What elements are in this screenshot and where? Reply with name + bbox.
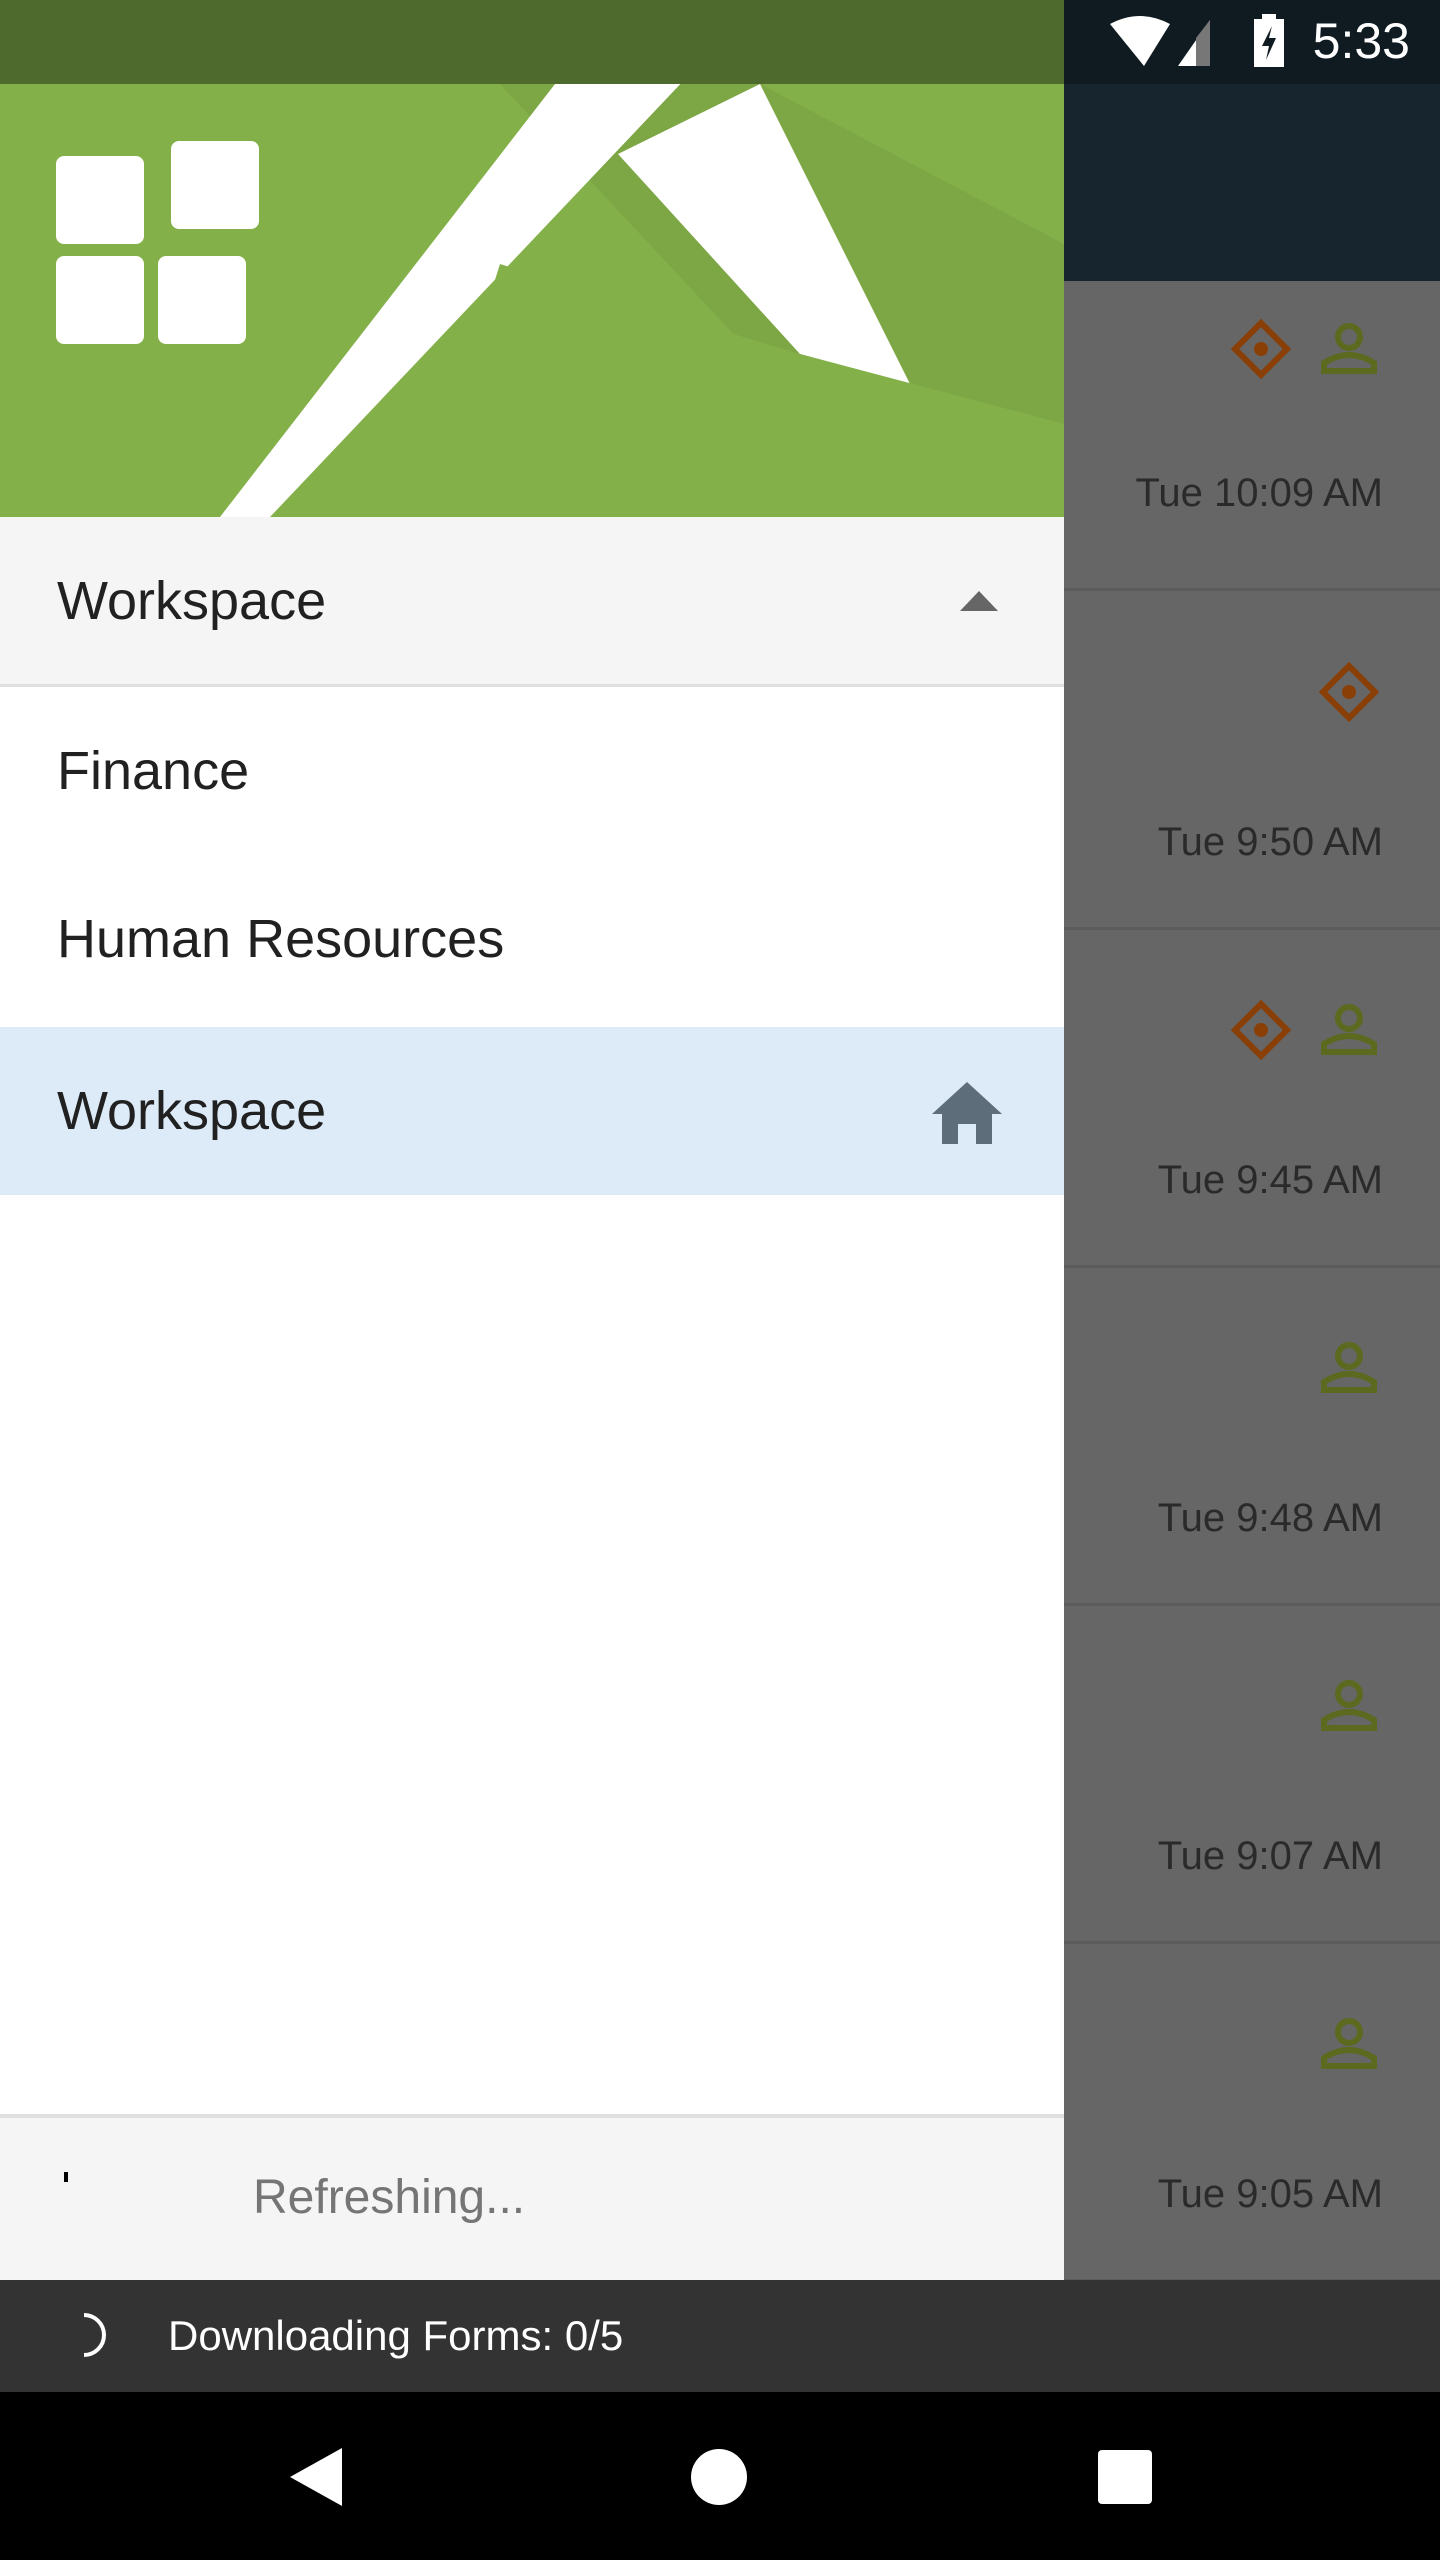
list-row[interactable]: Tue 9:07 AM [1064,1606,1440,1944]
header-background-graphic [56,84,1064,517]
navigation-drawer: Workspace Finance Human Resources Worksp… [0,84,1064,2280]
row-time: Tue 9:05 AM [1157,2172,1383,2216]
row-time: Tue 10:09 AM [1135,471,1383,515]
workspace-selector[interactable]: Workspace [0,517,1064,687]
list-row[interactable]: Tue 9:45 AM [1064,930,1440,1268]
download-snackbar: Downloading Forms: 0/5 [0,2280,1440,2392]
drawer-footer: Refreshing... [0,2114,1064,2280]
recents-icon[interactable] [1098,2450,1152,2504]
snackbar-text: Downloading Forms: 0/5 [168,2312,624,2359]
drawer-item-human-resources[interactable]: Human Resources [0,855,1064,1023]
list-row[interactable]: Tue 9:50 AM [1064,592,1440,930]
person-icon [1321,1342,1377,1393]
caret-up-icon [960,591,998,611]
person-icon [1321,323,1377,374]
row-time: Tue 9:07 AM [1157,1834,1383,1878]
workspace-selector-label: Workspace [57,570,327,631]
home-icon [932,1082,1002,1144]
drawer-item-label: Human Resources [57,909,505,969]
drawer-item-label: Finance [57,741,250,801]
app-toolbar [1064,84,1440,281]
refresh-status: Refreshing... [253,2171,526,2224]
drawer-item-label: Workspace [57,1081,327,1141]
drawer-header [0,84,1064,517]
row-time: Tue 9:50 AM [1157,820,1383,864]
list-row[interactable]: Tue 9:48 AM [1064,1268,1440,1606]
list-row[interactable]: Tue 9:05 AM [1064,1944,1440,2282]
progress-spinner-icon [64,2172,68,2182]
battery-charging-icon [1254,14,1284,67]
home-button-icon[interactable] [690,2448,748,2506]
person-icon [1321,1004,1377,1055]
form-list: Tue 10:09 AM Tue 9:50 AM Tue 9:45 AM Tue 9:… [1064,281,1440,2282]
status-bar-drawer-area [0,0,1064,84]
row-time: Tue 9:45 AM [1157,1158,1383,1202]
status-time: 5:33 [1312,13,1410,69]
row-time: Tue 9:48 AM [1157,1496,1383,1540]
list-row[interactable]: Tue 10:09 AM [1064,281,1440,591]
drawer-item-finance[interactable]: Finance [0,687,1064,855]
diamond-icon [1231,319,1291,379]
drawer-item-workspace[interactable]: Workspace [0,1027,1064,1195]
person-icon [1321,1680,1377,1731]
diamond-icon [1231,1000,1291,1060]
system-nav-bar [0,2392,1440,2560]
logo-tile [56,156,144,244]
loading-spinner-icon [83,2313,106,2357]
back-icon[interactable] [290,2448,342,2506]
person-icon [1321,2018,1377,2069]
diamond-icon [1319,662,1379,722]
wifi-icon [1110,16,1210,66]
